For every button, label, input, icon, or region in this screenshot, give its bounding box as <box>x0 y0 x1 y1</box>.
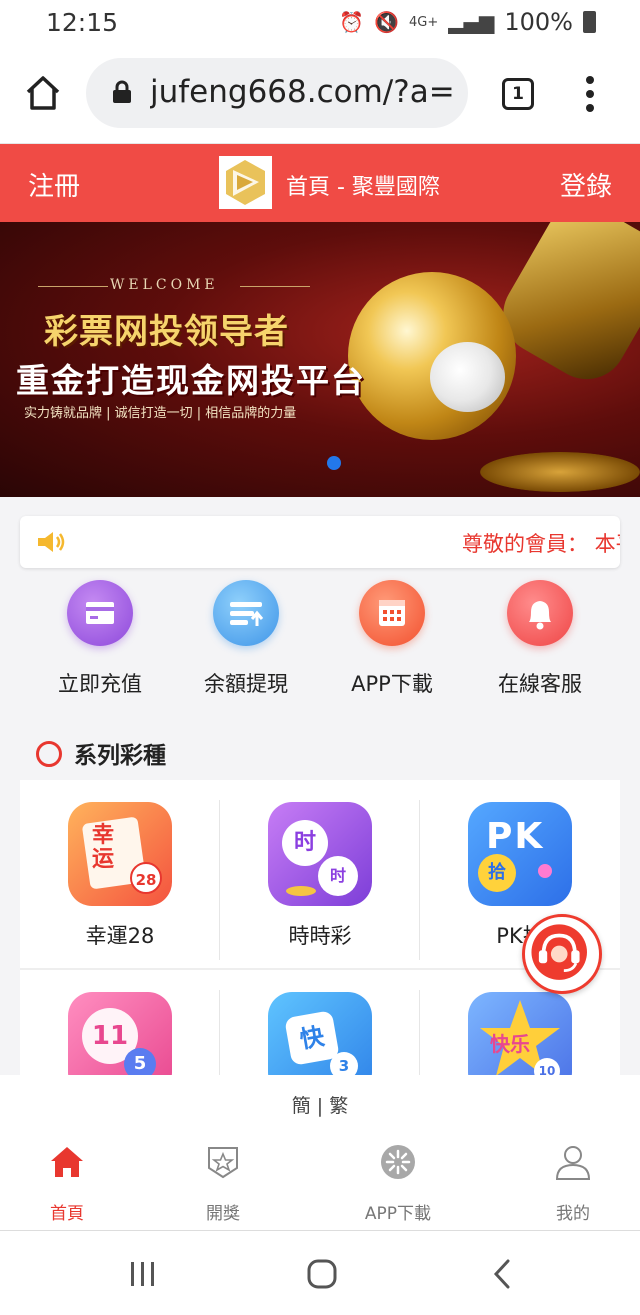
banner-tagline: 实力铸就品牌 | 诚信打造一切 | 相信品牌的力量 <box>24 406 297 421</box>
section-header: 系列彩種 <box>0 720 640 778</box>
home-icon <box>51 1147 83 1177</box>
login-link[interactable]: 登錄 <box>560 166 612 203</box>
app-icon <box>381 1145 415 1179</box>
status-bar: 12:15 ⏰ 🔇 4G+ ▂▄▆ 100% <box>0 0 640 46</box>
language-switcher: 簡 | 繁 <box>0 1075 640 1127</box>
lucky28-icon: 幸运 28 <box>68 802 172 906</box>
section-title: 系列彩種 <box>74 743 166 769</box>
withdraw-button[interactable]: 余額提現 <box>176 580 316 698</box>
carousel-indicator[interactable] <box>327 456 341 470</box>
game-label: 幸運28 <box>85 924 155 948</box>
card-icon <box>67 580 133 646</box>
banner-subheadline: 重金打造现金网投平台 <box>16 361 366 400</box>
traditional-chinese-link[interactable]: 繁 <box>329 1095 348 1117</box>
pk10-icon: PK 拾 <box>468 802 572 906</box>
mute-icon: 🔇 <box>374 10 399 34</box>
shield-star-icon <box>208 1147 238 1179</box>
register-link[interactable]: 注冊 <box>28 166 80 203</box>
game-lucky28[interactable]: 幸运 28 幸運28 <box>20 780 220 970</box>
home-icon[interactable] <box>24 74 62 112</box>
simplified-chinese-link[interactable]: 簡 <box>292 1095 311 1117</box>
quick-actions: 立即充值 余額提現 APP下載 在線客服 <box>0 570 640 720</box>
k3-icon: 快 3 <box>268 992 372 1075</box>
calendar-icon <box>359 580 425 646</box>
home-nav-icon[interactable] <box>306 1258 338 1290</box>
page-title: 首頁 - 聚豐國際 <box>286 175 440 200</box>
nav-profile[interactable]: 我的 <box>508 1143 638 1224</box>
game-ssc[interactable]: 时 时 時時彩 <box>220 780 420 970</box>
banner-coins <box>480 452 640 492</box>
notice-bar[interactable]: 尊敬的會員： 本平 <box>20 516 620 568</box>
nav-app-download[interactable]: APP下載 <box>333 1143 463 1224</box>
speaker-icon <box>38 532 65 552</box>
alarm-icon: ⏰ <box>339 10 365 34</box>
network-label: 4G+ <box>408 14 439 30</box>
notice-text: 尊敬的會員： 本平 <box>462 532 620 556</box>
happy10-icon: 快乐 10 <box>468 992 572 1075</box>
banner-welcome: WELCOME <box>110 277 219 293</box>
floating-support-button[interactable] <box>522 914 602 994</box>
game-11x5[interactable]: 11 5 <box>20 970 220 1075</box>
withdraw-icon <box>213 580 279 646</box>
lock-icon <box>113 80 131 103</box>
browser-toolbar: jufeng668.com/?a= 1 <box>0 46 640 144</box>
site-logo <box>219 156 272 209</box>
recent-apps-icon[interactable] <box>128 1260 158 1288</box>
bottom-nav: 首頁 開獎 APP下載 我的 <box>0 1127 640 1231</box>
signal-icon: ▂▄▆ <box>448 10 495 34</box>
banner-lottery-ball <box>430 342 505 412</box>
circle-icon <box>36 741 62 767</box>
customer-service-button[interactable]: 在線客服 <box>470 580 610 698</box>
address-bar[interactable]: jufeng668.com/?a= <box>86 58 468 128</box>
11x5-icon: 11 5 <box>68 992 172 1075</box>
battery-icon <box>583 11 596 33</box>
ssc-icon: 时 时 <box>268 802 372 906</box>
nav-results[interactable]: 開獎 <box>158 1143 288 1224</box>
system-nav-bar <box>0 1232 640 1315</box>
back-icon[interactable] <box>490 1258 514 1290</box>
overflow-menu-icon[interactable] <box>583 76 597 116</box>
game-k3[interactable]: 快 3 <box>220 970 420 1075</box>
app-download-button[interactable]: APP下載 <box>322 580 462 698</box>
site-header: 注冊 首頁 - 聚豐國際 登錄 <box>0 144 640 222</box>
battery-level: 100% <box>504 8 573 36</box>
tab-switcher-button[interactable]: 1 <box>502 78 534 110</box>
game-label: 時時彩 <box>288 924 352 948</box>
bell-icon <box>507 580 573 646</box>
promo-banner[interactable]: WELCOME 彩票网投领导者 重金打造现金网投平台 实力铸就品牌 | 诚信打造… <box>0 222 640 497</box>
user-icon <box>555 1146 591 1180</box>
banner-headline: 彩票网投领导者 <box>44 312 289 352</box>
language-separator: | <box>310 1095 330 1117</box>
recharge-button[interactable]: 立即充值 <box>30 580 170 698</box>
nav-home[interactable]: 首頁 <box>2 1143 132 1224</box>
headset-icon <box>531 924 587 980</box>
status-time: 12:15 <box>46 8 119 37</box>
url-text[interactable]: jufeng668.com/?a= <box>150 74 460 110</box>
